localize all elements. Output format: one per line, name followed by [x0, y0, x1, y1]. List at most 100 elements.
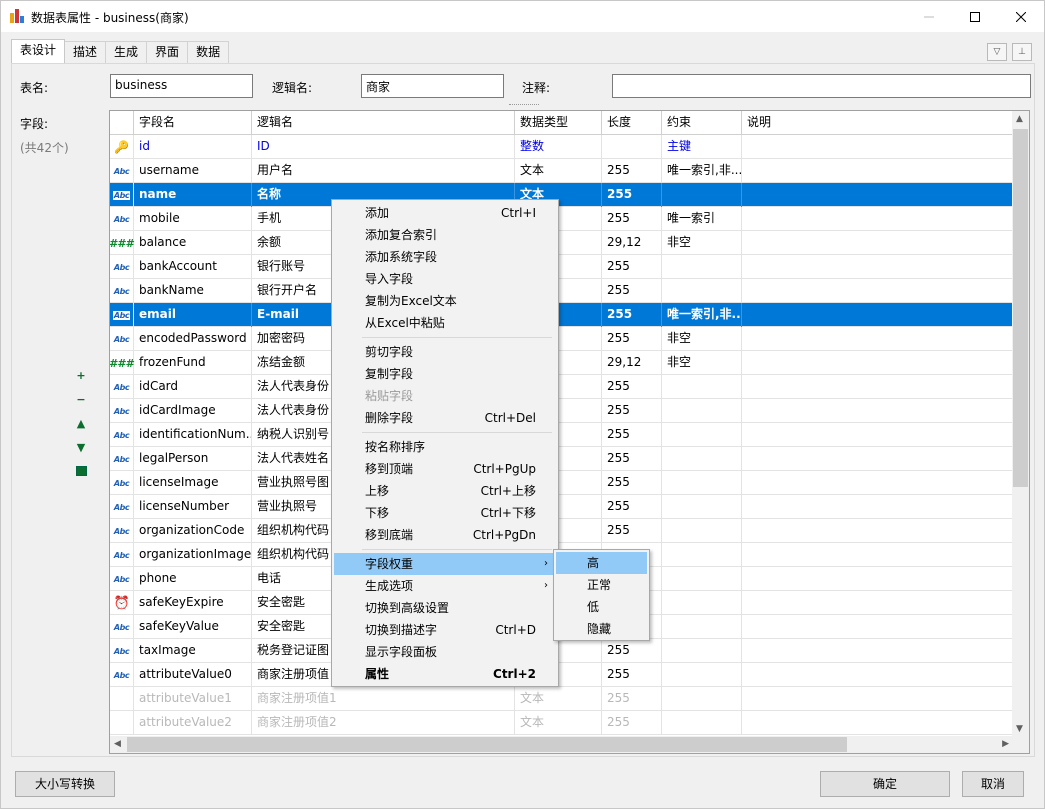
cell-description[interactable]: [742, 207, 1013, 231]
cell-logic-name[interactable]: 商家注册项值2: [252, 711, 515, 735]
menu-item[interactable]: 删除字段 Ctrl+Del: [334, 407, 556, 429]
cell-constraint[interactable]: [662, 399, 742, 423]
move-down-button[interactable]: ▼: [75, 441, 87, 454]
cell-field-name[interactable]: id: [134, 135, 252, 159]
close-button[interactable]: [998, 1, 1044, 32]
cell-field-name[interactable]: username: [134, 159, 252, 183]
table-row[interactable]: Abc organizationCode 组织机构代码 255: [110, 519, 1013, 543]
menu-item[interactable]: 切换到描述字 Ctrl+D: [334, 619, 556, 641]
header-logic-name[interactable]: 逻辑名: [252, 111, 515, 135]
cell-constraint[interactable]: [662, 687, 742, 711]
cell-data-type[interactable]: 文本: [515, 687, 602, 711]
cell-constraint[interactable]: [662, 255, 742, 279]
cell-field-name[interactable]: identificationNum...: [134, 423, 252, 447]
panel-button[interactable]: [75, 465, 87, 477]
cell-constraint[interactable]: 主键: [662, 135, 742, 159]
cell-length[interactable]: 255: [602, 279, 662, 303]
header-length[interactable]: 长度: [602, 111, 662, 135]
tab-ui[interactable]: 界面: [146, 41, 189, 63]
cell-constraint[interactable]: [662, 639, 742, 663]
cell-constraint[interactable]: [662, 663, 742, 687]
cell-constraint[interactable]: 唯一索引: [662, 207, 742, 231]
cancel-button[interactable]: 取消: [962, 771, 1024, 797]
cell-length[interactable]: 255: [602, 687, 662, 711]
cell-constraint[interactable]: 非空: [662, 327, 742, 351]
add-field-button[interactable]: +: [75, 369, 87, 382]
cell-constraint[interactable]: [662, 615, 742, 639]
cell-field-name[interactable]: bankName: [134, 279, 252, 303]
cell-field-name[interactable]: organizationImage: [134, 543, 252, 567]
cell-data-type[interactable]: 整数: [515, 135, 602, 159]
submenu-item[interactable]: 隐藏: [556, 618, 647, 640]
cell-description[interactable]: [742, 183, 1013, 207]
cell-description[interactable]: [742, 471, 1013, 495]
cell-field-name[interactable]: legalPerson: [134, 447, 252, 471]
header-field-name[interactable]: 字段名: [134, 111, 252, 135]
menu-item[interactable]: 上移 Ctrl+上移: [334, 480, 556, 502]
submenu-item[interactable]: 低: [556, 596, 647, 618]
cell-field-name[interactable]: attributeValue1: [134, 687, 252, 711]
cell-length[interactable]: 255: [602, 471, 662, 495]
cell-length[interactable]: 255: [602, 183, 662, 207]
submenu-item[interactable]: 高: [556, 552, 647, 574]
header-data-type[interactable]: 数据类型: [515, 111, 602, 135]
menu-item[interactable]: 下移 Ctrl+下移: [334, 502, 556, 524]
cell-field-name[interactable]: bankAccount: [134, 255, 252, 279]
cell-constraint[interactable]: 非空: [662, 231, 742, 255]
vertical-scroll-thumb[interactable]: [1013, 129, 1028, 487]
horizontal-scrollbar[interactable]: ◀ ▶: [110, 736, 1013, 753]
horizontal-scroll-thumb[interactable]: [127, 737, 847, 752]
cell-description[interactable]: [742, 591, 1013, 615]
cell-field-name[interactable]: name: [134, 183, 252, 207]
cell-field-name[interactable]: frozenFund: [134, 351, 252, 375]
cell-constraint[interactable]: [662, 519, 742, 543]
menu-item[interactable]: 添加 Ctrl+I: [334, 202, 556, 224]
menu-item[interactable]: 按名称排序: [334, 436, 556, 458]
menu-item[interactable]: 切换到高级设置: [334, 597, 556, 619]
cell-logic-name[interactable]: ID: [252, 135, 515, 159]
cell-constraint[interactable]: [662, 591, 742, 615]
cell-field-name[interactable]: encodedPassword: [134, 327, 252, 351]
cell-constraint[interactable]: [662, 375, 742, 399]
header-constraint[interactable]: 约束: [662, 111, 742, 135]
table-row[interactable]: Abc idCard 法人代表身份 255: [110, 375, 1013, 399]
cell-field-name[interactable]: taxImage: [134, 639, 252, 663]
table-row[interactable]: ### frozenFund 冻结金额 29,12 非空: [110, 351, 1013, 375]
cell-description[interactable]: [742, 255, 1013, 279]
scroll-right-icon[interactable]: ▶: [1002, 739, 1009, 749]
menu-item[interactable]: 显示字段面板: [334, 641, 556, 663]
cell-description[interactable]: [742, 495, 1013, 519]
header-description[interactable]: 说明: [742, 111, 1013, 135]
cell-constraint[interactable]: [662, 567, 742, 591]
cell-field-name[interactable]: idCardImage: [134, 399, 252, 423]
scroll-down-icon[interactable]: ▼: [1016, 724, 1023, 734]
menu-item[interactable]: 粘贴字段: [334, 385, 556, 407]
cell-description[interactable]: [742, 159, 1013, 183]
cell-description[interactable]: [742, 543, 1013, 567]
scroll-up-icon[interactable]: ▲: [1016, 114, 1023, 124]
cell-description[interactable]: [742, 711, 1013, 735]
cell-field-name[interactable]: attributeValue0: [134, 663, 252, 687]
menu-item[interactable]: 导入字段: [334, 268, 556, 290]
table-row[interactable]: Abc username 用户名 文本 255 唯一索引,非...: [110, 159, 1013, 183]
table-row[interactable]: attributeValue2 商家注册项值2 文本 255: [110, 711, 1013, 735]
cell-length[interactable]: 255: [602, 207, 662, 231]
cell-length[interactable]: 29,12: [602, 351, 662, 375]
remove-field-button[interactable]: −: [75, 393, 87, 406]
pin-button[interactable]: ⊥: [1012, 43, 1032, 61]
menu-item[interactable]: 添加系统字段: [334, 246, 556, 268]
cell-logic-name[interactable]: 商家注册项值1: [252, 687, 515, 711]
cell-field-name[interactable]: safeKeyValue: [134, 615, 252, 639]
maximize-button[interactable]: [952, 1, 998, 32]
table-row[interactable]: Abc attributeValue0 商家注册项值 255: [110, 663, 1013, 687]
move-up-button[interactable]: ▲: [75, 417, 87, 430]
cell-constraint[interactable]: [662, 471, 742, 495]
cell-description[interactable]: [742, 375, 1013, 399]
collapse-button[interactable]: ▽: [987, 43, 1007, 61]
cell-length[interactable]: 255: [602, 159, 662, 183]
cell-field-name[interactable]: idCard: [134, 375, 252, 399]
table-name-input[interactable]: business: [110, 74, 253, 98]
cell-constraint[interactable]: [662, 711, 742, 735]
menu-item[interactable]: 从Excel中粘贴: [334, 312, 556, 334]
cell-length[interactable]: 255: [602, 495, 662, 519]
